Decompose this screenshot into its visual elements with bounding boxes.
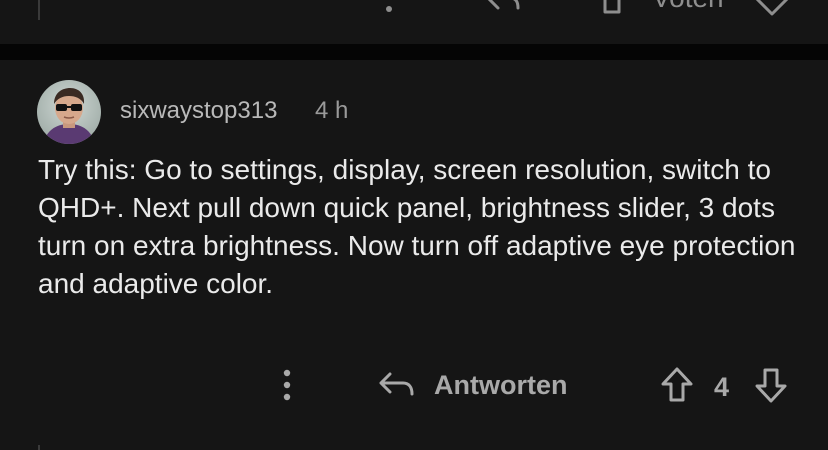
more-options-button[interactable] xyxy=(274,368,300,402)
arrow-up-icon xyxy=(661,367,693,402)
arrow-down-icon xyxy=(755,368,787,403)
avatar[interactable] xyxy=(37,80,101,144)
thread-rail xyxy=(38,0,40,20)
previous-comment-action-bar: Voten xyxy=(0,0,828,44)
vote-score: 4 xyxy=(714,372,730,402)
reply-label: Antworten xyxy=(434,370,568,400)
comment-thread: Voten xyxy=(0,0,828,450)
more-vertical-icon xyxy=(283,369,291,401)
username[interactable]: sixwaystop313 xyxy=(120,97,277,125)
comment-action-bar: Antworten 4 xyxy=(0,360,828,410)
reply-button[interactable]: Antworten xyxy=(378,366,567,404)
more-options-icon[interactable] xyxy=(386,6,392,12)
comment-body: Try this: Go to settings, display, scree… xyxy=(38,154,796,299)
reply-arrow-icon[interactable] xyxy=(486,0,522,14)
downvote-button[interactable] xyxy=(754,366,788,404)
reply-arrow-icon xyxy=(379,372,414,396)
timestamp: 4 h xyxy=(315,97,349,124)
vote-label: Voten xyxy=(652,0,724,12)
comment-separator xyxy=(0,44,828,60)
arrow-up-icon[interactable] xyxy=(596,0,628,14)
arrow-down-icon[interactable] xyxy=(752,0,792,16)
thread-rail xyxy=(38,445,40,450)
comment: sixwaystop313 4 h Try this: Go to settin… xyxy=(0,60,828,450)
upvote-button[interactable] xyxy=(660,366,694,404)
